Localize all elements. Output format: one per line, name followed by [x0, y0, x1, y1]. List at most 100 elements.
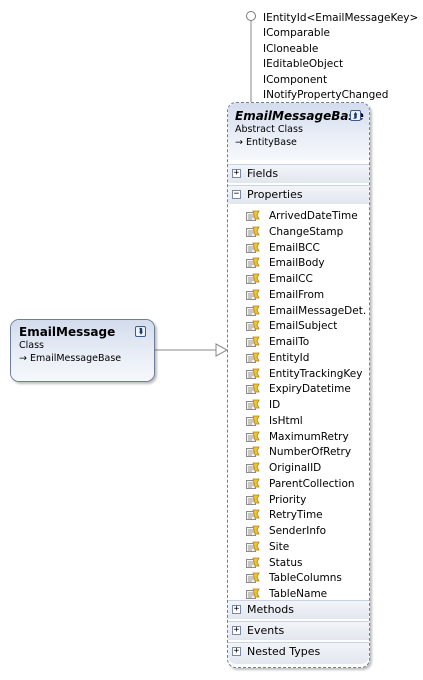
email-message-class-shape[interactable]: EmailMessage Class → EmailMessageBase ⮯: [10, 319, 155, 382]
property-item[interactable]: ID: [228, 398, 369, 414]
interface-lollipop-circle: [246, 11, 256, 21]
section-label: Methods: [247, 603, 294, 616]
class-kind: Abstract Class: [235, 124, 303, 135]
expand-plus-icon[interactable]: +: [232, 626, 241, 635]
class-kind: Class: [19, 340, 44, 351]
inheritance-arrow-icon: →: [235, 137, 243, 148]
interface-list: IEntityId<EmailMessageKey> IComparable ICl…: [263, 11, 418, 103]
property-icon: [246, 289, 260, 302]
property-icon: [246, 383, 260, 396]
collapse-minus-icon[interactable]: −: [232, 190, 241, 199]
property-icon: [246, 273, 260, 286]
section-label: Properties: [247, 188, 303, 201]
property-item[interactable]: ParentCollection: [228, 477, 369, 493]
property-icon: [246, 462, 260, 475]
chevron-double-up-icon[interactable]: ⮭: [350, 110, 361, 121]
property-icon: [246, 525, 260, 538]
section-label: Fields: [247, 167, 279, 180]
property-name: ChangeStamp: [269, 225, 344, 238]
property-name: TableName: [269, 588, 328, 600]
interface-name: IEditableObject: [263, 58, 344, 71]
property-item[interactable]: EmailMessageDet...: [228, 304, 369, 320]
property-name: Priority: [269, 493, 307, 506]
class-name: EmailMessage: [19, 325, 116, 339]
section-label: Nested Types: [247, 645, 321, 658]
property-name: ExpiryDatetime: [269, 383, 351, 396]
property-name: ParentCollection: [269, 477, 355, 490]
property-item[interactable]: ArrivedDateTime: [228, 209, 369, 225]
interface-name: IEntityId<EmailMessageKey>: [263, 12, 419, 24]
property-item[interactable]: EmailFrom: [228, 288, 369, 304]
property-item[interactable]: IsHtml: [228, 414, 369, 430]
property-name: EmailMessageDet...: [269, 304, 367, 317]
property-name: Status: [269, 556, 303, 569]
property-icon: [246, 399, 260, 412]
expand-plus-icon[interactable]: +: [232, 169, 241, 178]
property-icon: [246, 336, 260, 349]
property-item[interactable]: EmailBCC: [228, 241, 369, 257]
property-icon: [246, 415, 260, 428]
expand-plus-icon[interactable]: +: [232, 647, 241, 656]
class-inherits: → EntityBase: [235, 136, 369, 149]
section-methods[interactable]: + Methods: [228, 600, 369, 619]
expand-plus-icon[interactable]: +: [232, 605, 241, 614]
property-item[interactable]: OriginalID: [228, 461, 369, 477]
property-icon: [246, 210, 260, 223]
property-name: Site: [269, 540, 290, 553]
property-icon: [246, 305, 260, 318]
property-item[interactable]: EmailCC: [228, 272, 369, 288]
property-icon: [246, 242, 260, 255]
class-inherits: → EmailMessageBase: [19, 352, 154, 365]
property-name: SenderInfo: [269, 525, 327, 537]
property-item[interactable]: MaximumRetry: [228, 430, 369, 446]
email-message-base-class-shape[interactable]: EmailMessageBase Abstract Class → Entity…: [227, 102, 370, 668]
property-name: EmailBCC: [269, 241, 320, 254]
property-name: EmailCC: [269, 273, 313, 285]
property-item[interactable]: EntityId: [228, 351, 369, 367]
property-item[interactable]: EmailBody: [228, 256, 369, 272]
property-icon: [246, 509, 260, 522]
chevron-double-down-icon[interactable]: ⮯: [135, 326, 146, 337]
interface-name: IComponent: [263, 73, 328, 86]
property-item[interactable]: SenderInfo: [228, 524, 369, 540]
property-item[interactable]: Status: [228, 556, 369, 572]
property-item[interactable]: RetryTime: [228, 508, 369, 524]
section-events[interactable]: + Events: [228, 621, 369, 640]
property-name: EmailSubject: [269, 320, 338, 333]
inheritance-arrow-icon: →: [19, 353, 27, 364]
section-label: Events: [247, 624, 285, 637]
property-icon: [246, 431, 260, 444]
property-item[interactable]: NumberOfRetry: [228, 445, 369, 461]
property-name: NumberOfRetry: [269, 446, 352, 459]
interface-name: IComparable: [263, 27, 330, 40]
property-icon: [246, 352, 260, 365]
property-item[interactable]: Priority: [228, 493, 369, 509]
property-name: ID: [269, 399, 281, 411]
property-icon: [246, 478, 260, 491]
property-icon: [246, 557, 260, 570]
property-name: RetryTime: [269, 509, 323, 522]
property-item[interactable]: EmailSubject: [228, 319, 369, 335]
property-icon: [246, 320, 260, 333]
property-item[interactable]: EmailTo: [228, 335, 369, 351]
property-icon: [246, 494, 260, 507]
base-class-name: EntityBase: [246, 137, 297, 148]
section-nested-types[interactable]: + Nested Types: [228, 642, 369, 664]
property-name: EmailFrom: [269, 288, 325, 301]
property-icon: [246, 257, 260, 270]
property-icon: [246, 226, 260, 239]
property-icon: [246, 541, 260, 554]
section-properties[interactable]: − Properties: [228, 185, 369, 204]
section-fields[interactable]: + Fields: [228, 164, 369, 183]
property-item[interactable]: ExpiryDatetime: [228, 382, 369, 398]
property-name: TableColumns: [269, 572, 342, 585]
base-class-name: EmailMessageBase: [30, 353, 122, 364]
property-item[interactable]: TableColumns: [228, 571, 369, 587]
interface-name: ICloneable: [263, 42, 319, 55]
property-name: EmailBody: [269, 257, 325, 270]
property-item[interactable]: Site: [228, 540, 369, 556]
property-name: EntityTrackingKey: [269, 367, 363, 380]
property-item[interactable]: EntityTrackingKey: [228, 367, 369, 383]
property-icon: [246, 446, 260, 459]
property-item[interactable]: ChangeStamp: [228, 225, 369, 241]
